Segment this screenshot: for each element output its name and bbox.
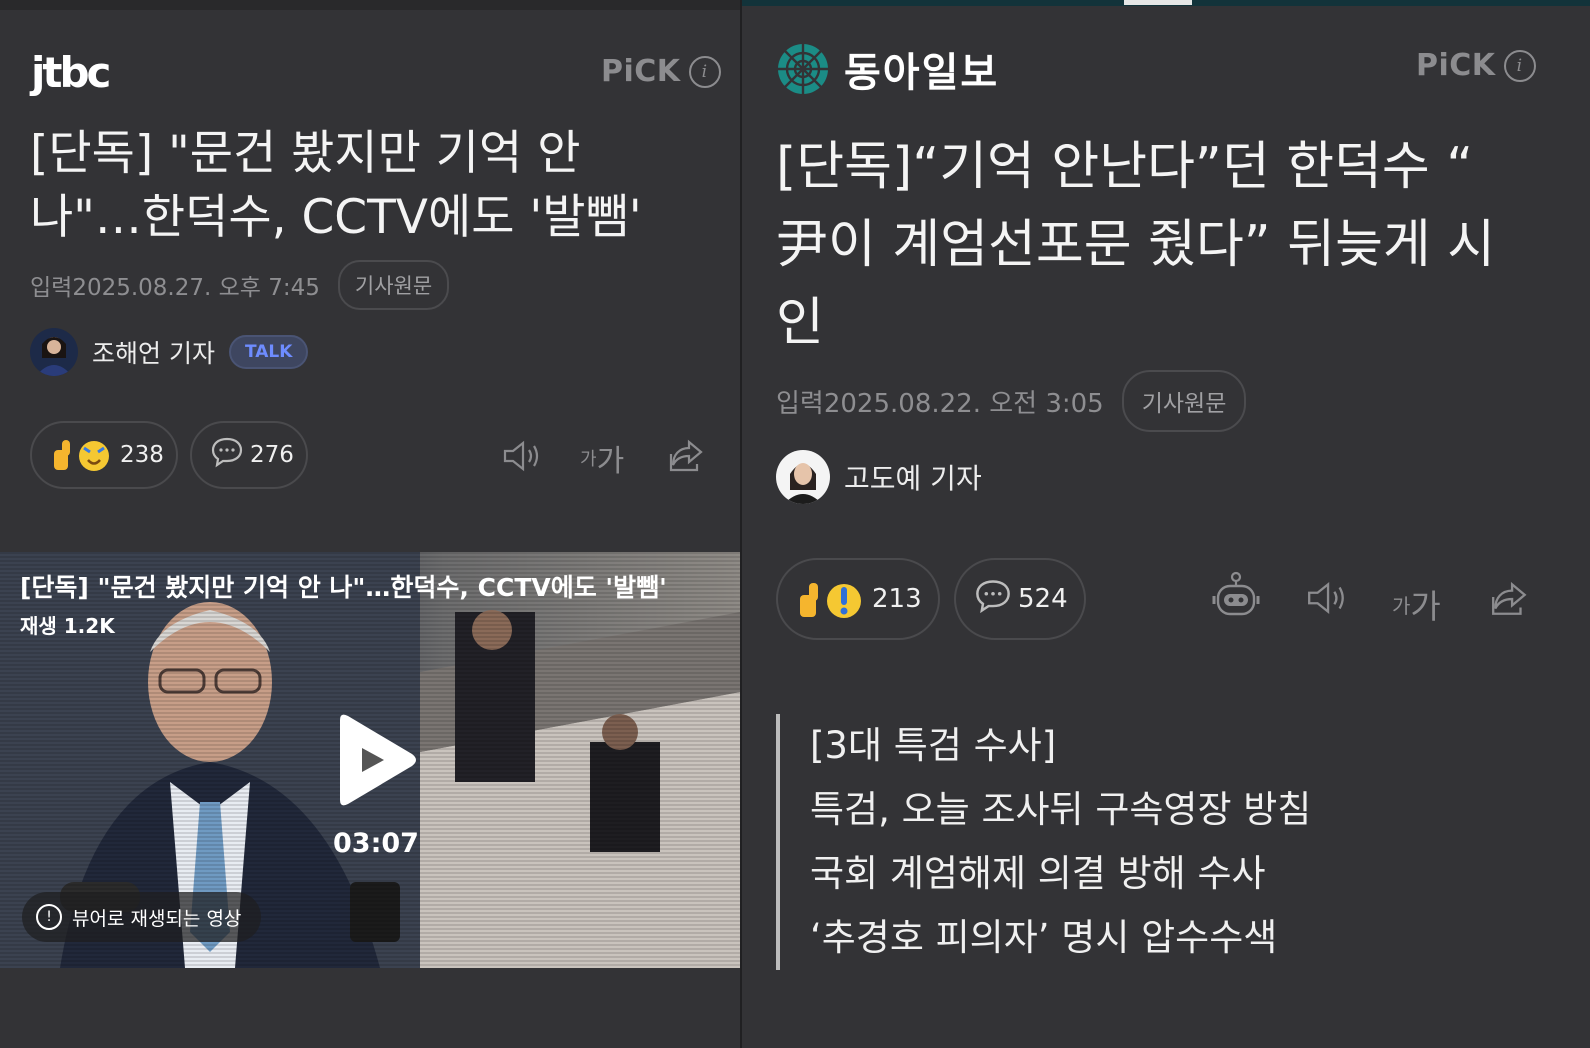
comment-button[interactable]: 524 (954, 558, 1086, 640)
headline: [단독] "문건 봤지만 기억 안 나"…한덕수, CCTV에도 '발뺌' (30, 126, 642, 245)
video-player[interactable]: [단독] "문건 봤지만 기억 안 나"…한덕수, CCTV에도 '발뺌' 재생… (0, 552, 740, 968)
viewer-playback-note: ! 뷰어로 재생되는 영상 (22, 892, 262, 942)
top-indicator (1124, 0, 1192, 5)
ai-summary-robot-icon[interactable] (1210, 570, 1262, 622)
publish-date: 입력2025.08.22. 오전 3:05 (776, 388, 1104, 419)
left-article-panel: jtbc PiCK i [단독] "문건 봤지만 기억 안 나"…한덕수, CC… (0, 0, 740, 1048)
comment-icon (974, 578, 1012, 621)
article-meta: 입력2025.08.22. 오전 3:05 기사원문 (776, 370, 1247, 432)
share-icon[interactable] (666, 434, 708, 476)
original-article-button[interactable]: 기사원문 (1121, 370, 1247, 432)
summary-line: [3대 특검 수사] (810, 724, 1057, 767)
publish-date: 입력2025.08.27. 오후 7:45 (30, 275, 320, 301)
comment-button[interactable]: 276 (190, 421, 308, 489)
alert-icon: ! (36, 904, 62, 930)
talk-button[interactable]: TALK (228, 335, 309, 369)
reporter-name: 조해언 기자 (92, 339, 215, 368)
info-icon[interactable]: i (688, 55, 721, 88)
avatar[interactable] (776, 450, 830, 504)
author[interactable]: 조해언 기자 TALK (30, 328, 309, 376)
speaker-icon[interactable] (500, 436, 544, 476)
info-icon[interactable]: i (1503, 49, 1536, 82)
original-article-button[interactable]: 기사원문 (337, 260, 450, 310)
article-summary-quote: [3대 특검 수사] 특검, 오늘 조사뒤 구속영장 방침 국회 계엄해제 의결… (776, 714, 1311, 970)
share-icon[interactable] (1488, 576, 1532, 620)
article-meta: 입력2025.08.27. 오후 7:45 기사원문 (30, 260, 450, 310)
comment-count: 524 (1018, 584, 1068, 614)
summary-line: 특검, 오늘 조사뒤 구속영장 방침 (810, 788, 1312, 831)
font-size-button[interactable]: 가가 (580, 436, 624, 480)
reaction-emoji-icons (50, 436, 114, 474)
summary-line: 국회 계엄해제 의결 방해 수사 (810, 852, 1266, 895)
pick-badge[interactable]: PiCK i (601, 54, 721, 89)
reaction-button[interactable]: 238 (30, 421, 178, 489)
reaction-count: 213 (872, 584, 922, 614)
video-duration: 03:07 (333, 828, 419, 859)
author[interactable]: 고도예 기자 (776, 450, 982, 504)
pick-badge[interactable]: PiCK i (1416, 48, 1536, 83)
speaker-icon[interactable] (1304, 578, 1350, 618)
video-title: [단독] "문건 봤지만 기억 안 나"…한덕수, CCTV에도 '발뺌' (20, 573, 667, 602)
reaction-emoji-icons (796, 577, 866, 621)
headline: [단독]“기억 안난다”던 한덕수 “ 尹이 계엄선포문 줬다” 뒤늦게 시 인 (776, 137, 1496, 353)
font-size-button[interactable]: 가가 (1392, 580, 1441, 628)
donga-logo[interactable]: 동아일보 (776, 40, 999, 98)
reaction-count: 238 (120, 442, 164, 468)
comment-icon (210, 436, 244, 474)
reporter-name: 고도예 기자 (844, 462, 982, 495)
reaction-button[interactable]: 213 (776, 558, 940, 640)
jtbc-logo[interactable]: jtbc (31, 48, 111, 97)
play-icon[interactable] (330, 712, 420, 812)
comment-count: 276 (250, 442, 294, 468)
video-play-count: 재생 1.2K (20, 614, 115, 638)
summary-line: ‘추경호 피의자’ 명시 압수수색 (810, 916, 1278, 959)
avatar[interactable] (30, 328, 78, 376)
donga-emblem-icon (778, 44, 828, 94)
top-strip (0, 0, 740, 10)
